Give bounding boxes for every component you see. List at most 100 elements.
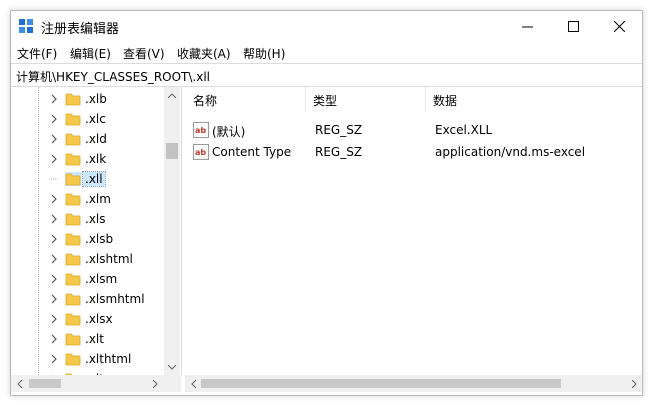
- value-type: REG_SZ: [315, 123, 363, 137]
- tree-item-label: .xlsx: [85, 312, 113, 326]
- tree-item-label: .xls: [85, 212, 106, 226]
- chevron-right-icon[interactable]: [49, 193, 59, 205]
- svg-text:ab: ab: [195, 126, 206, 135]
- values-horizontal-scrollbar[interactable]: [185, 375, 642, 392]
- folder-icon: [65, 313, 81, 326]
- folder-icon: [65, 293, 81, 306]
- string-value-icon: ab: [193, 144, 209, 160]
- tree-horizontal-scrollbar[interactable]: [11, 375, 181, 392]
- close-button[interactable]: [596, 11, 642, 41]
- key-tree: .xlb .xlc .xld .xlk .xll .xlm .xls .xlsb .xlshtm…: [11, 87, 182, 375]
- menu-edit[interactable]: 编辑(E): [70, 45, 111, 62]
- tree-item[interactable]: .xlsm: [11, 269, 167, 289]
- folder-icon: [65, 113, 81, 126]
- column-header-data[interactable]: 数据: [425, 87, 641, 111]
- tree-item[interactable]: .xlt: [11, 329, 167, 349]
- tree-item[interactable]: .xlc: [11, 109, 167, 129]
- tree-item[interactable]: .xlsb: [11, 229, 167, 249]
- scroll-left-icon[interactable]: [11, 375, 27, 392]
- menu-bar: 文件(F) 编辑(E) 查看(V) 收藏夹(A) 帮助(H): [11, 41, 642, 63]
- tree-item[interactable]: .xlthtml: [11, 349, 167, 369]
- value-data: Excel.XLL: [435, 123, 493, 137]
- chevron-right-icon[interactable]: [49, 353, 59, 365]
- chevron-right-icon[interactable]: [49, 133, 59, 145]
- values-hscroll-thumb[interactable]: [201, 379, 561, 388]
- tree-item[interactable]: .xlsmhtml: [11, 289, 167, 309]
- tree-item[interactable]: .xlshtml: [11, 249, 167, 269]
- tree-item-label: .xlsm: [85, 272, 118, 286]
- chevron-right-icon[interactable]: [49, 253, 59, 265]
- tree-item[interactable]: .xll: [11, 169, 167, 189]
- chevron-right-icon[interactable]: [49, 113, 59, 125]
- folder-icon: [65, 233, 81, 246]
- column-header-name[interactable]: 名称: [185, 87, 306, 111]
- tree-item-label: .xlsmhtml: [85, 292, 145, 306]
- maximize-button[interactable]: [550, 11, 596, 41]
- svg-text:ab: ab: [195, 148, 206, 157]
- tree-item-label: .xlsb: [85, 232, 114, 246]
- tree-item[interactable]: .xlk: [11, 149, 167, 169]
- tree-item-label: .xlthtml: [85, 352, 132, 366]
- value-name: Content Type: [212, 145, 292, 159]
- close-icon: [613, 20, 625, 32]
- minimize-button[interactable]: [504, 11, 550, 41]
- tree-item-label: .xlshtml: [85, 252, 133, 266]
- tree-item[interactable]: .xls: [11, 209, 167, 229]
- registry-editor-icon: [19, 19, 33, 33]
- chevron-right-icon[interactable]: [49, 333, 59, 345]
- value-row[interactable]: ab Content Type REG_SZ application/vnd.m…: [185, 142, 642, 164]
- tree-item[interactable]: .xlb: [11, 89, 167, 109]
- registry-editor-window: 注册表编辑器 文件(F) 编辑(E) 查看(V) 收藏夹(A) 帮助(H) 计算…: [10, 10, 643, 396]
- column-header-type[interactable]: 类型: [305, 87, 426, 111]
- folder-icon: [65, 333, 81, 346]
- value-row[interactable]: ab (默认) REG_SZ Excel.XLL: [185, 120, 642, 142]
- minimize-icon: [521, 26, 533, 27]
- tree-hscroll-thumb[interactable]: [29, 379, 61, 388]
- value-type: REG_SZ: [315, 145, 363, 159]
- tree-item[interactable]: .xld: [11, 129, 167, 149]
- folder-icon: [65, 133, 81, 146]
- folder-icon: [65, 193, 81, 206]
- folder-icon: [65, 213, 81, 226]
- folder-icon: [65, 273, 81, 286]
- scroll-right-icon[interactable]: [147, 375, 163, 392]
- tree-vertical-scrollbar[interactable]: [164, 87, 180, 375]
- folder-icon: [65, 93, 81, 106]
- title-bar: 注册表编辑器: [11, 11, 642, 41]
- tree-item-label: .xlk: [85, 152, 107, 166]
- chevron-right-icon[interactable]: [49, 313, 59, 325]
- chevron-right-icon[interactable]: [49, 273, 59, 285]
- folder-icon: [65, 353, 81, 366]
- chevron-right-icon[interactable]: [49, 293, 59, 305]
- menu-view[interactable]: 查看(V): [123, 45, 165, 62]
- menu-favorites[interactable]: 收藏夹(A): [177, 45, 231, 62]
- chevron-right-icon[interactable]: [49, 233, 59, 245]
- scroll-up-icon[interactable]: [164, 87, 180, 103]
- folder-icon: [65, 172, 81, 186]
- chevron-right-icon[interactable]: [49, 93, 59, 105]
- scroll-left-icon[interactable]: [185, 375, 201, 392]
- tree-item-label: .xlc: [85, 112, 106, 126]
- scroll-down-icon[interactable]: [164, 359, 180, 375]
- address-bar[interactable]: 计算机\HKEY_CLASSES_ROOT\.xll: [11, 63, 642, 87]
- chevron-right-icon[interactable]: [49, 153, 59, 165]
- window-title: 注册表编辑器: [41, 22, 120, 37]
- values-list: 名称 类型 数据 ab (默认) REG_SZ Excel.XLL ab Con…: [185, 87, 642, 375]
- value-name: (默认): [212, 125, 246, 139]
- maximize-icon: [567, 20, 579, 32]
- menu-file[interactable]: 文件(F): [17, 45, 57, 62]
- tree-item-label: .xlt: [85, 332, 104, 346]
- tree-item-label: .xld: [85, 132, 107, 146]
- address-path: 计算机\HKEY_CLASSES_ROOT\.xll: [16, 70, 211, 84]
- value-data: application/vnd.ms-excel: [435, 145, 586, 159]
- tree-item[interactable]: .xlm: [11, 189, 167, 209]
- chevron-right-icon[interactable]: [49, 213, 59, 225]
- folder-icon: [65, 153, 81, 166]
- scroll-right-icon[interactable]: [626, 375, 642, 392]
- folder-icon: [65, 253, 81, 266]
- tree-item-label: .xll: [82, 171, 106, 187]
- tree-scroll-thumb[interactable]: [166, 143, 178, 159]
- tree-connector: [49, 178, 59, 180]
- menu-help[interactable]: 帮助(H): [243, 45, 285, 62]
- tree-item[interactable]: .xlsx: [11, 309, 167, 329]
